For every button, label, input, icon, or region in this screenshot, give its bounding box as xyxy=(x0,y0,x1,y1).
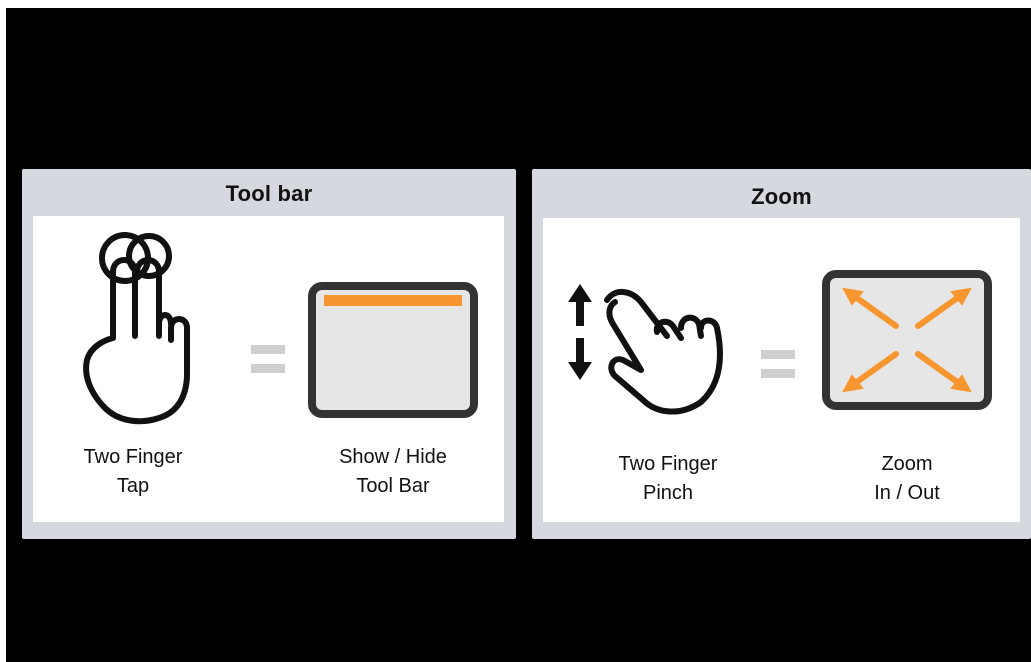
caption-line-1: Zoom xyxy=(881,453,933,475)
panel-body: Two Finger Tap Show / Hide Tool Bar xyxy=(33,216,504,522)
up-down-arrow-icon xyxy=(568,284,592,380)
panel-title: Tool bar xyxy=(225,181,313,206)
caption-line-2: Tap xyxy=(116,475,150,497)
toolbar-screen-icon xyxy=(308,282,478,418)
caption-line-1: Show / Hide xyxy=(339,446,447,468)
panel-body: Two Finger Pinch Zoom In / Out xyxy=(543,218,1020,522)
result-caption: Show / Hide Tool Bar xyxy=(303,443,483,501)
caption-line-1: Two Finger xyxy=(618,453,718,475)
zoom-gesture-panel: Zoom Two Finger Pinch Zoom In / Out xyxy=(532,169,1031,539)
caption-line-2: Tool Bar xyxy=(356,475,430,497)
gesture-caption: Two Finger Pinch xyxy=(583,450,753,508)
toolbar-gesture-panel: Tool bar Two Finger Tap Show / Hide Tool… xyxy=(22,169,516,539)
caption-line-2: Pinch xyxy=(642,482,694,504)
equals-icon xyxy=(251,345,285,373)
two-finger-tap-icon xyxy=(83,232,190,425)
caption-line-1: Two Finger xyxy=(83,446,183,468)
caption-line-2: In / Out xyxy=(874,482,940,504)
gesture-caption: Two Finger Tap xyxy=(53,443,213,501)
zoom-screen-icon xyxy=(822,270,992,410)
equals-icon xyxy=(761,350,795,378)
panel-title: Zoom xyxy=(751,184,812,209)
two-finger-pinch-icon xyxy=(604,289,723,415)
result-caption: Zoom In / Out xyxy=(827,450,987,508)
gesture-guide-screen: Tool bar Two Finger Tap Show / Hide Tool… xyxy=(6,8,1031,662)
